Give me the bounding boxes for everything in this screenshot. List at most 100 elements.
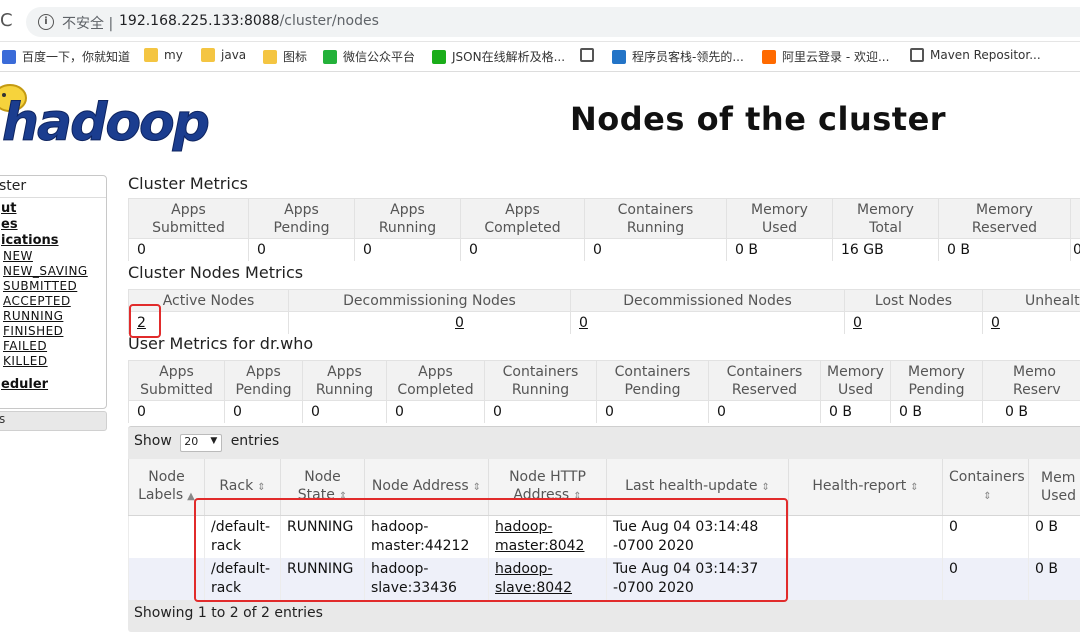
header-user-memory-used: Memory Used	[820, 360, 891, 401]
page-size-control: Show 20 ▼ entries	[134, 433, 279, 452]
folder-icon	[263, 50, 277, 64]
sort-asc-icon: ▲	[187, 490, 195, 502]
metric-value: 16 GB	[832, 238, 939, 261]
bookmark-my[interactable]: my	[144, 48, 183, 66]
header-user-containers-running: Containers Running	[484, 360, 597, 401]
metric-value: 0	[584, 238, 727, 261]
cell-node-state: RUNNING	[280, 515, 365, 558]
sort-icon: ⇕	[910, 481, 919, 493]
metric-value: 0 B	[726, 238, 833, 261]
node-http-link[interactable]: hadoop-slave:8042	[495, 561, 572, 596]
sort-icon: ⇕	[338, 490, 348, 502]
cell-health-report	[788, 515, 943, 558]
col-rack[interactable]: Rack ⇕	[204, 459, 281, 516]
paw-icon	[2, 50, 16, 64]
url-text[interactable]: 192.168.225.133:8088/cluster/nodes	[119, 13, 379, 29]
cell-node-http-address: hadoop-master:8042	[488, 515, 607, 558]
nav-link-nodes[interactable]: es	[0, 217, 106, 233]
bookmark-wechat[interactable]: 微信公众平台	[323, 48, 415, 66]
reload-icon[interactable]: C	[0, 10, 13, 31]
col-last-health-update[interactable]: Last health-update ⇕	[606, 459, 789, 516]
bookmark-baidu[interactable]: 百度一下，你就知道	[2, 48, 130, 66]
user-metric-value: 0	[484, 400, 597, 423]
header-user-memory-pending: Memory Pending	[890, 360, 983, 401]
bookmarks-bar: 百度一下，你就知道 my java 图标 微信公众平台 JSON在线解析及格..…	[0, 42, 1080, 72]
metric-value: 0	[354, 238, 461, 261]
col-node-address[interactable]: Node Address ⇕	[364, 459, 489, 516]
nav-link-new-saving[interactable]: NEW_SAVING	[0, 264, 106, 279]
active-nodes-link[interactable]: 2	[137, 315, 146, 331]
header-containers-running: Containers Running	[584, 198, 727, 239]
bookmark-maven[interactable]: Maven Repositor...	[910, 48, 1041, 66]
security-label: 不安全 |	[62, 16, 114, 32]
bookmark-java[interactable]: java	[201, 48, 246, 66]
header-user-containers-pending: Containers Pending	[596, 360, 709, 401]
nav-link-finished[interactable]: FINISHED	[0, 324, 106, 339]
metric-value: 0	[460, 238, 585, 261]
nav-link-applications[interactable]: ications	[0, 233, 106, 249]
header-apps-pending: Apps Pending	[248, 198, 355, 239]
metric-value: 0	[248, 238, 355, 261]
unhealthy-nodes-link[interactable]: 0	[991, 315, 1000, 331]
header-user-containers-reserved: Containers Reserved	[708, 360, 821, 401]
header-apps-running: Apps Running	[354, 198, 461, 239]
user-metric-value: 0	[596, 400, 709, 423]
nav-link-failed[interactable]: FAILED	[0, 339, 106, 354]
cell-mem-used: 0 B	[1028, 515, 1080, 558]
header-user-apps-running: Apps Running	[302, 360, 387, 401]
cell-node-http-address: hadoop-slave:8042	[488, 557, 607, 600]
nav-link-running[interactable]: RUNNING	[0, 309, 106, 324]
hadoop-logo: hadoop	[0, 84, 211, 152]
cell-containers: 0	[942, 557, 1029, 600]
lost-nodes-link[interactable]: 0	[853, 315, 862, 331]
cluster-nodes-metrics-table: Active Nodes Decommissioning Nodes Decom…	[128, 289, 1080, 334]
bookmark-proginn[interactable]: 程序员客栈-领先的...	[612, 48, 744, 66]
col-node-labels[interactable]: Node Labels ▲	[128, 459, 205, 516]
table-row: /default-rack RUNNING hadoop-master:4421…	[128, 515, 1080, 558]
node-http-link[interactable]: hadoop-master:8042	[495, 519, 584, 554]
cell-last-health-update: Tue Aug 04 03:14:48 -0700 2020	[606, 515, 789, 558]
header-lost-nodes: Lost Nodes	[844, 289, 983, 312]
col-containers[interactable]: Containers ⇕	[942, 459, 1029, 516]
nav-link-submitted[interactable]: SUBMITTED	[0, 279, 106, 294]
user-metrics-table: Apps Submitted Apps Pending Apps Running Ap…	[128, 360, 1080, 423]
decommissioning-nodes-link[interactable]: 0	[455, 315, 464, 331]
nav-link-accepted[interactable]: ACCEPTED	[0, 294, 106, 309]
nodes-datatable: Show 20 ▼ entries Node Labels ▲ Rack ⇕ Node S…	[128, 426, 1080, 632]
bookmark-globe[interactable]	[580, 48, 600, 66]
col-mem-used[interactable]: Mem Used	[1028, 459, 1080, 516]
cluster-metrics-table: Apps Submitted Apps Pending Apps Running Ap…	[128, 198, 1080, 261]
nav-link-killed[interactable]: KILLED	[0, 354, 106, 369]
folder-icon	[201, 48, 215, 62]
nav-link-scheduler[interactable]: eduler	[0, 377, 106, 393]
header-memory-total: Memory Total	[832, 198, 939, 239]
header-apps-submitted: Apps Submitted	[128, 198, 249, 239]
header-unhealthy-nodes: Unhealth	[982, 289, 1080, 312]
address-bar: C i 不安全 | 192.168.225.133:8088/cluster/n…	[0, 0, 1080, 42]
info-icon[interactable]: i	[38, 14, 54, 30]
sort-icon: ⇕	[761, 481, 770, 493]
url-box[interactable]: i 不安全 | 192.168.225.133:8088/cluster/nod…	[26, 7, 1080, 37]
nav-heading: ster	[0, 178, 27, 194]
metric-value: 0 B	[938, 238, 1071, 261]
decommissioned-nodes-link[interactable]: 0	[579, 315, 588, 331]
bookmark-json[interactable]: JSON在线解析及格...	[432, 48, 565, 66]
user-metric-value: 0	[708, 400, 821, 423]
col-node-state[interactable]: Node State ⇕	[280, 459, 365, 516]
nav-link-new[interactable]: NEW	[0, 249, 106, 264]
cell-mem-used: 0 B	[1028, 557, 1080, 600]
col-node-http-address[interactable]: Node HTTP Address ⇕	[488, 459, 607, 516]
sort-icon: ⇕	[257, 481, 266, 493]
header-decommissioned-nodes: Decommissioned Nodes	[570, 289, 845, 312]
header-apps-completed: Apps Completed	[460, 198, 585, 239]
col-health-report[interactable]: Health-report ⇕	[788, 459, 943, 516]
page-size-select[interactable]: 20 ▼	[180, 434, 223, 452]
bookmark-icons[interactable]: 图标	[263, 48, 307, 66]
bookmark-aliyun[interactable]: 阿里云登录 - 欢迎...	[762, 48, 889, 66]
nav-link-about[interactable]: ut	[0, 201, 106, 217]
cell-node-address: hadoop-master:44212	[364, 515, 489, 558]
nav-tools[interactable]: s	[0, 411, 107, 431]
header-decommissioning-nodes: Decommissioning Nodes	[288, 289, 571, 312]
user-metrics-title: User Metrics for dr.who	[128, 334, 314, 353]
cell-node-state: RUNNING	[280, 557, 365, 600]
